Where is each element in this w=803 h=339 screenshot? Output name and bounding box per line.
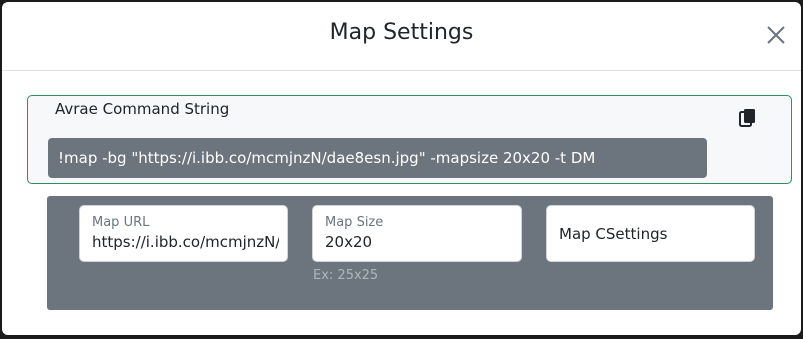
copy-icon [739, 109, 755, 127]
map-settings-panel: Map URL Map Size Ex: 25x25 Map CSettings [47, 196, 773, 310]
map-size-input[interactable] [325, 233, 513, 251]
map-settings-modal: Map Settings Avrae Command String !map -… [2, 2, 801, 335]
modal-title: Map Settings [329, 20, 474, 45]
copy-button[interactable] [739, 108, 757, 128]
map-csettings-field[interactable]: Map CSettings [546, 205, 755, 262]
map-size-field[interactable]: Map Size [312, 205, 522, 262]
map-url-input[interactable] [92, 233, 279, 251]
command-string-box: Avrae Command String !map -bg "https://i… [27, 95, 792, 184]
map-url-label: Map URL [92, 215, 150, 230]
map-csettings-label: Map CSettings [559, 225, 668, 243]
command-string-label: Avrae Command String [55, 100, 230, 118]
map-url-field[interactable]: Map URL [79, 205, 288, 262]
close-button[interactable] [765, 24, 787, 46]
command-string-value[interactable]: !map -bg "https://i.ibb.co/mcmjnzN/dae8e… [48, 138, 707, 178]
close-icon [767, 26, 785, 44]
map-size-label: Map Size [325, 215, 384, 230]
map-size-hint: Ex: 25x25 [313, 268, 379, 283]
modal-header: Map Settings [2, 2, 801, 71]
